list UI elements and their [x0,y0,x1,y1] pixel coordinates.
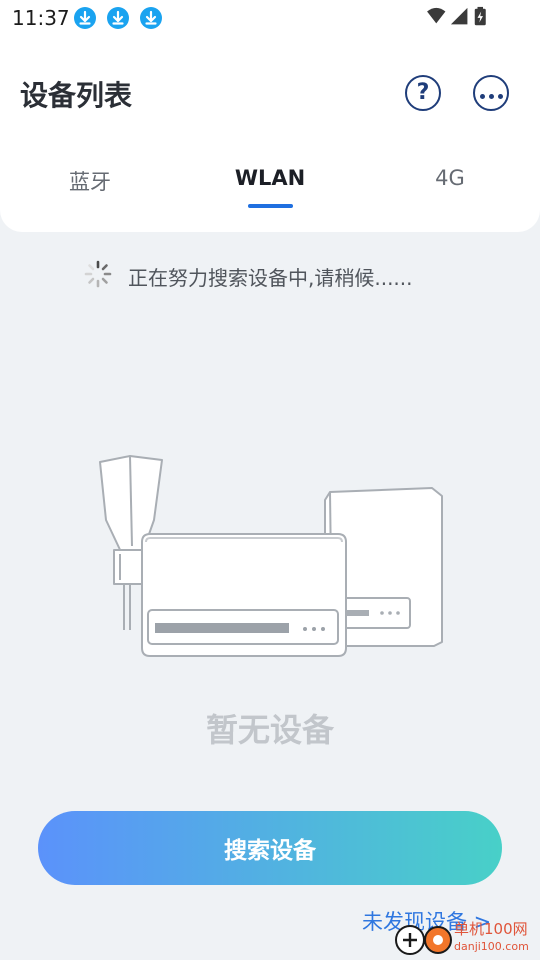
gateway-illustration [141,533,347,657]
tab-bluetooth[interactable]: 蓝牙 [69,166,111,196]
app-header: 设备列表 ? [0,60,540,130]
top-card: 11:37 设备列表 ? 蓝牙 WLAN 4G [0,0,540,232]
page-title: 设备列表 [20,79,133,112]
watermark-text: 单机100网 [454,920,528,938]
signal-icon [450,7,468,25]
wifi-icon [427,7,446,24]
tab-bar: 蓝牙 WLAN 4G [0,160,540,216]
more-horizontal-icon [478,84,505,103]
download-icon [107,7,129,29]
help-button[interactable]: ? [405,75,441,111]
help-icon: ? [416,80,430,105]
devices-illustration [99,455,443,657]
watermark: 单机100网 danji100.com [392,920,540,960]
system-status-icons [427,6,486,26]
empty-state-text: 暂无设备 [205,711,334,749]
watermark-logo-icon [395,925,452,955]
loading-spinner-icon [84,260,112,288]
tab-wlan[interactable]: WLAN [235,166,305,190]
more-button[interactable] [473,75,509,111]
battery-charging-icon [474,6,486,26]
tab-4g[interactable]: 4G [435,166,465,190]
download-icon [74,7,96,29]
search-devices-button[interactable]: 搜索设备 [38,811,502,885]
searching-text: 正在努力搜索设备中,请稍候...... [128,266,413,290]
download-icon [140,7,162,29]
searching-status: 正在努力搜索设备中,请稍候...... [0,258,540,290]
watermark-url: danji100.com [454,940,529,953]
status-bar: 11:37 [0,0,540,36]
tab-indicator [248,204,293,208]
status-time: 11:37 [12,6,70,30]
